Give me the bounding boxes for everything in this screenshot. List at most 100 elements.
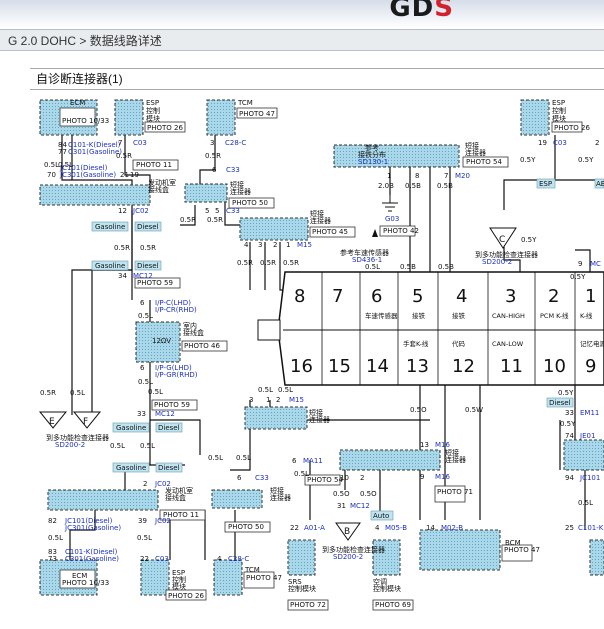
pin-label: 7 (118, 139, 122, 147)
pin-label: 70 (47, 171, 56, 179)
short-connector-3-box[interactable] (333, 144, 460, 168)
tcm-bottom-box[interactable] (213, 559, 243, 596)
wire-label: 0.5R (180, 216, 196, 224)
pin-label: 3 (210, 139, 214, 147)
pin-label: 6 (237, 474, 242, 482)
wire-label: 0.5L (278, 386, 293, 394)
short-connector-bottom-1-box[interactable] (244, 406, 308, 430)
wire-label: 0.5L (110, 442, 125, 450)
tcm-top-box[interactable] (206, 99, 236, 136)
esp-right-name1: ESP (552, 99, 565, 107)
wire-label: 0.5R (40, 389, 56, 397)
pin-label: 2 (273, 241, 277, 249)
dlc-pin: 3 (505, 286, 516, 307)
connector-label: EM11 (580, 409, 599, 417)
ecm-right-bottom-box[interactable] (589, 539, 604, 576)
wire-label: 0.5R (116, 152, 132, 160)
ecm-top-name: ECM (70, 99, 85, 107)
pin-label: 34 (118, 272, 127, 280)
ground-symbol (382, 195, 398, 212)
pin-label: 4 (375, 524, 380, 532)
esp-right-name2: 控制 (552, 106, 566, 115)
wire-label: 0.5L (208, 454, 223, 462)
pin-label: 10 (340, 474, 349, 482)
diesel-tag: Diesel (158, 424, 180, 432)
connector-label: MC12 (350, 502, 370, 510)
connector-label: JC101 (579, 474, 600, 482)
short-connector-1-name2: 连接器 (230, 187, 251, 196)
short-connector-2-box[interactable] (239, 217, 309, 241)
pin-label: 14 (426, 524, 435, 532)
bcm-box[interactable] (419, 529, 501, 571)
engine-box-top-name2: 接线盒 (148, 185, 169, 194)
esp-bottom-name3: 模块 (172, 582, 186, 591)
short-connector-2-photo: PHOTO 45 (312, 228, 348, 236)
esp-right-box[interactable] (520, 99, 550, 136)
tcm-top-photo: PHOTO 47 (239, 110, 275, 118)
connector-label: C28-C (228, 555, 249, 563)
dlc-pin-label: 接铁 (412, 311, 426, 320)
short-connector-bottom-2-box[interactable] (339, 449, 441, 471)
wire-label: 0.5L (236, 454, 251, 462)
connector-label: M15 (297, 241, 312, 249)
dlc-pin: 6 (371, 286, 382, 307)
short-connector-3-photo: PHOTO 54 (466, 158, 502, 166)
wire-label: 0.5L (70, 389, 85, 397)
short-connector-bottom-1-name2: 连接器 (309, 415, 330, 424)
connector-label: C33 (226, 207, 240, 215)
esp-top-photo: PHOTO 26 (147, 124, 183, 132)
dlc-pin-label: 记忆电源 (580, 339, 604, 348)
right-connector-box[interactable] (563, 439, 604, 471)
connector-label: M05-B (385, 524, 407, 532)
connector-label: M15 (289, 396, 304, 404)
pin-label: 19 (538, 139, 547, 147)
ref-multifunction-left-ref: SD200-2 (55, 441, 85, 449)
tcm-bottom-photo: PHOTO 47 (246, 574, 282, 582)
wire-label: 0.5Y (520, 156, 536, 164)
dlc-pin-label: PCM K-线 (540, 311, 569, 320)
pin-label: 21 (120, 171, 129, 179)
short-connector-1-box[interactable] (184, 183, 228, 203)
dlc-pin-label: CAN-HIGH (492, 312, 525, 320)
esp-bottom-box[interactable] (140, 559, 170, 596)
wire-label: 0.5L (44, 161, 59, 169)
esp-top-box[interactable] (114, 99, 144, 136)
srs-box[interactable] (287, 539, 316, 576)
connector-label: JC02 (132, 207, 149, 215)
engine-box-bottom-name2: 接线盒 (165, 493, 186, 502)
pin-label: 2 (276, 396, 280, 404)
engine-box-top[interactable] (39, 184, 151, 206)
pin-label: 94 (565, 474, 574, 482)
esp-top-name3: 模块 (146, 114, 160, 123)
short-connector-3-name2: 连接器 (465, 148, 486, 157)
photo-label: PHOTO 59 (137, 279, 173, 287)
connector-label: C301(Gasoline) (65, 555, 119, 563)
ab-tag: AB (596, 180, 604, 188)
wire-label: 0.5R (205, 152, 221, 160)
connector-label: JC301(Gasoline) (64, 524, 121, 532)
dlc-pin: 15 (328, 356, 351, 377)
tcm-bottom-name: TCM (244, 566, 260, 574)
connector-label: I/P-CR(RHD) (155, 306, 197, 314)
wire-label: 0.5R (207, 216, 223, 224)
short-connector-bottom-2-name2: 连接器 (445, 455, 466, 464)
wiring-diagram: ECM PHOTO 10/33 ESP 控制 模块 PHOTO 26 TCM P… (38, 99, 604, 611)
ref-b-label: B (344, 527, 350, 537)
ecm-top-photo: PHOTO 10/33 (62, 117, 109, 125)
pin-label: 3 (258, 241, 262, 249)
connector-label: JC301(Gasoline) (59, 171, 116, 179)
pin-label: 1 (387, 172, 391, 180)
connector-label: MA11 (303, 457, 323, 465)
esp-right-name3: 模块 (552, 114, 566, 123)
photo-label: PHOTO 54 (307, 476, 343, 484)
pin-label: 82 (48, 517, 57, 525)
connector-label: JE01 (579, 432, 595, 440)
wire-label: 0.5R (237, 259, 253, 267)
dlc-pin: 12 (452, 356, 475, 377)
short-connector-1-photo: PHOTO 50 (232, 199, 268, 207)
pin-label: 5 (215, 207, 219, 215)
short-connector-bottom-3-box[interactable] (211, 489, 263, 509)
connector-label: M16 (435, 473, 450, 481)
pin-label: 2 (360, 474, 364, 482)
engine-box-bottom[interactable] (47, 489, 159, 511)
